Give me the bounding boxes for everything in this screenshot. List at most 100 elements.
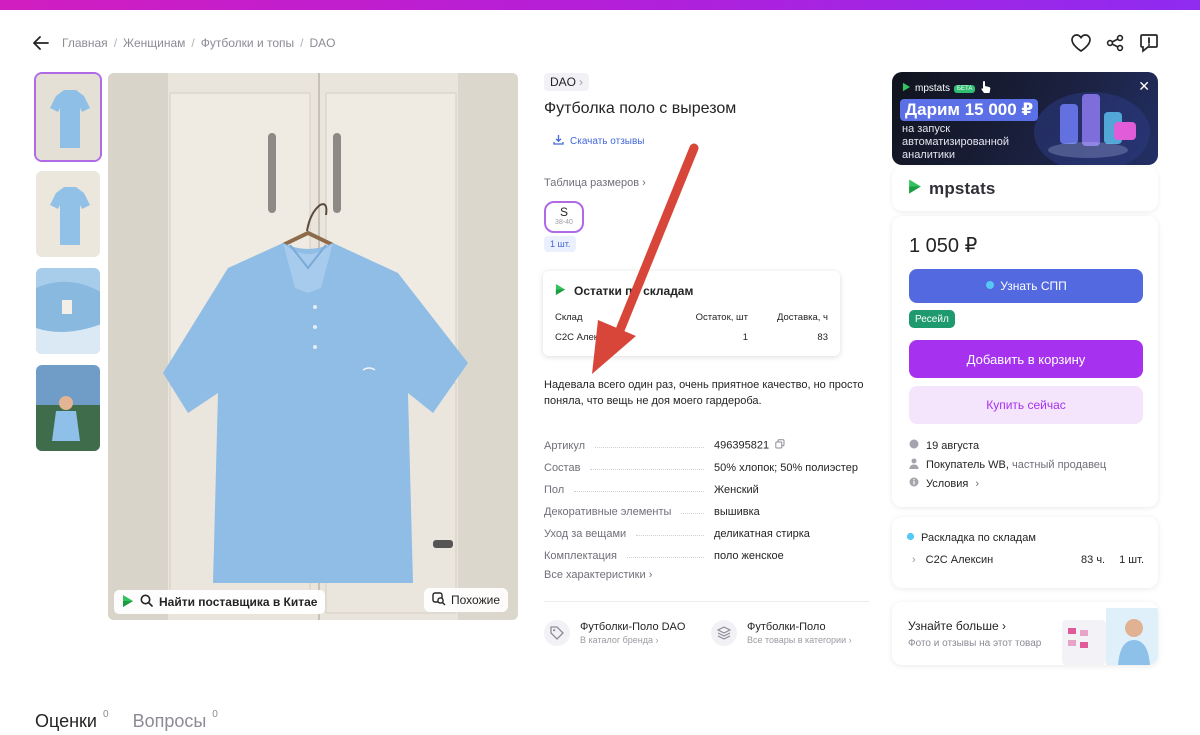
breadcrumb-item-home[interactable]: Главная [62,36,108,50]
chevron-right-icon: › [579,75,584,89]
breadcrumb-separator: / [300,36,304,50]
size-option-s[interactable]: S 38-40 [544,201,584,233]
layers-icon [711,620,737,646]
mpstats-logo-icon [908,178,922,200]
tab-ratings-label: Оценки [35,711,97,731]
spec-row-care: Уход за вещами деликатная стирка [544,518,864,540]
warehouse-qty: 1 шт. [1119,554,1144,566]
breadcrumb-item-brand[interactable]: DAO [309,36,335,50]
spec-value: поло женское [714,550,784,562]
chevron-right-icon: › [642,177,646,189]
divider [544,601,869,602]
brand-catalog-link[interactable]: Футболки-Поло DAO В каталог бренда › [544,620,685,646]
mpstats-card[interactable]: mpstats [892,167,1158,211]
tab-ratings[interactable]: Оценки 0 [35,709,109,732]
tab-ratings-count: 0 [103,709,109,720]
ad-brand-name: mpstats [915,83,951,94]
info-icon [909,477,919,490]
check-spp-button[interactable]: Узнать СПП [909,269,1143,303]
thumbnail-1[interactable] [34,72,102,162]
ad-subtitle: на запуск автоматизированной аналитики [902,123,1010,161]
brand-chip[interactable]: DAO › [544,73,590,91]
tab-questions[interactable]: Вопросы 0 [133,709,218,732]
stock-table-header: Склад Остаток, шт Доставка, ч [555,312,828,323]
drop-icon [906,532,915,544]
all-specs-link[interactable]: Все характеристики › [544,569,652,581]
download-reviews-link[interactable]: Скачать отзывы [553,134,644,148]
product-specs: Артикул 496395821 Состав 50% хлопок; 50%… [544,430,864,562]
breadcrumb-item-women[interactable]: Женщинам [123,36,185,50]
category-sub: Все товары в категории › [747,635,852,645]
spec-row-article: Артикул 496395821 [544,430,864,452]
top-gradient-bar [0,0,1200,10]
main-product-photo[interactable]: Найти поставщика в Китае Похожие [108,73,518,620]
article-number: 496395821 [714,439,770,452]
close-icon[interactable]: ✕ [1138,78,1150,95]
quantity-badge: 1 шт. [544,236,577,252]
stock-by-warehouse-widget: Остатки по складам Склад Остаток, шт Дос… [543,271,840,356]
thumbnail-3[interactable] [34,266,102,356]
breadcrumb-separator: / [191,36,195,50]
delivery-date-line: 19 августа [909,439,979,452]
tag-icon [544,620,570,646]
product-title: Футболка поло с вырезом [544,100,737,117]
report-icon[interactable] [1138,32,1160,54]
spec-dots [574,491,704,492]
size-range: 38-40 [555,219,573,226]
mpstats-ad-banner[interactable]: mpstats БЕТА ✕ Дарим 15 000 ₽ на запуск … [892,72,1158,165]
spec-label: Пол [544,484,565,496]
heart-icon[interactable] [1070,32,1092,54]
spec-dots [595,447,704,448]
stock-delivery-hours: 83 [817,332,828,343]
drop-icon [985,279,995,293]
category-link[interactable]: Футболки-Поло Все товары в категории › [711,620,852,646]
seller-name[interactable]: Покупатель WB, [926,459,1009,471]
tab-questions-count: 0 [212,709,218,720]
learn-more-card[interactable]: Узнайте больше › Фото и отзывы на этот т… [892,602,1158,665]
back-arrow-icon[interactable] [32,34,50,52]
thumbnail-4[interactable] [34,363,102,453]
resale-badge: Ресейл [909,310,955,328]
similar-label: Похожие [451,593,500,607]
table-row[interactable]: › С2С Алексин 83 ч. 1 шт. [912,554,1144,566]
stock-col-stock: Остаток, шт [695,312,748,323]
photo-thumbnails [34,72,102,460]
brand-catalog-sub: В каталог бренда › [580,635,659,645]
spec-value: 496395821 [714,439,864,452]
spec-row-composition: Состав 50% хлопок; 50% полиэстер [544,452,864,474]
search-icon [140,594,153,610]
spec-label: Комплектация [544,550,617,562]
warehouse-layout-card: Раскладка по складам › С2С Алексин 83 ч.… [892,517,1158,588]
spec-value: 50% хлопок; 50% полиэстер [714,462,858,474]
thumbnail-2[interactable] [34,169,102,259]
share-icon[interactable] [1104,32,1126,54]
find-supplier-button[interactable]: Найти поставщика в Китае [114,590,326,614]
warehouse-name: С2С Алексин [925,554,994,566]
breadcrumb-item-category[interactable]: Футболки и топы [201,36,294,50]
spec-label: Состав [544,462,581,474]
spec-dots [590,469,704,470]
conditions-link[interactable]: Условия › [909,477,979,490]
bottom-tabs: Оценки 0 Вопросы 0 [35,709,218,732]
copy-icon[interactable] [775,439,785,452]
add-to-cart-button[interactable]: Добавить в корзину [909,340,1143,378]
stock-col-warehouse: Склад [555,312,583,323]
size-table-link[interactable]: Таблица размеров › [544,177,646,189]
chevron-right-icon: › [975,477,980,490]
beta-badge: БЕТА [954,84,976,93]
category-title: Футболки-Поло [747,621,826,633]
find-supplier-label: Найти поставщика в Китае [159,595,318,609]
buy-now-button[interactable]: Купить сейчас [909,386,1143,424]
conditions-label: Условия [926,477,969,490]
mpstats-name: mpstats [929,179,996,198]
similar-products-button[interactable]: Похожие [424,588,508,612]
delivery-date: 19 августа [926,439,980,452]
spec-value: вышивка [714,506,760,518]
learn-more-title: Узнайте больше › [908,619,1007,633]
spec-dots [636,535,704,536]
size-label: S [559,205,568,219]
hand-pointer-icon [979,80,993,97]
all-specs-label: Все характеристики [544,569,646,581]
breadcrumb: Главная / Женщинам / Футболки и топы / D… [32,34,336,52]
chevron-right-icon: › [912,554,916,566]
